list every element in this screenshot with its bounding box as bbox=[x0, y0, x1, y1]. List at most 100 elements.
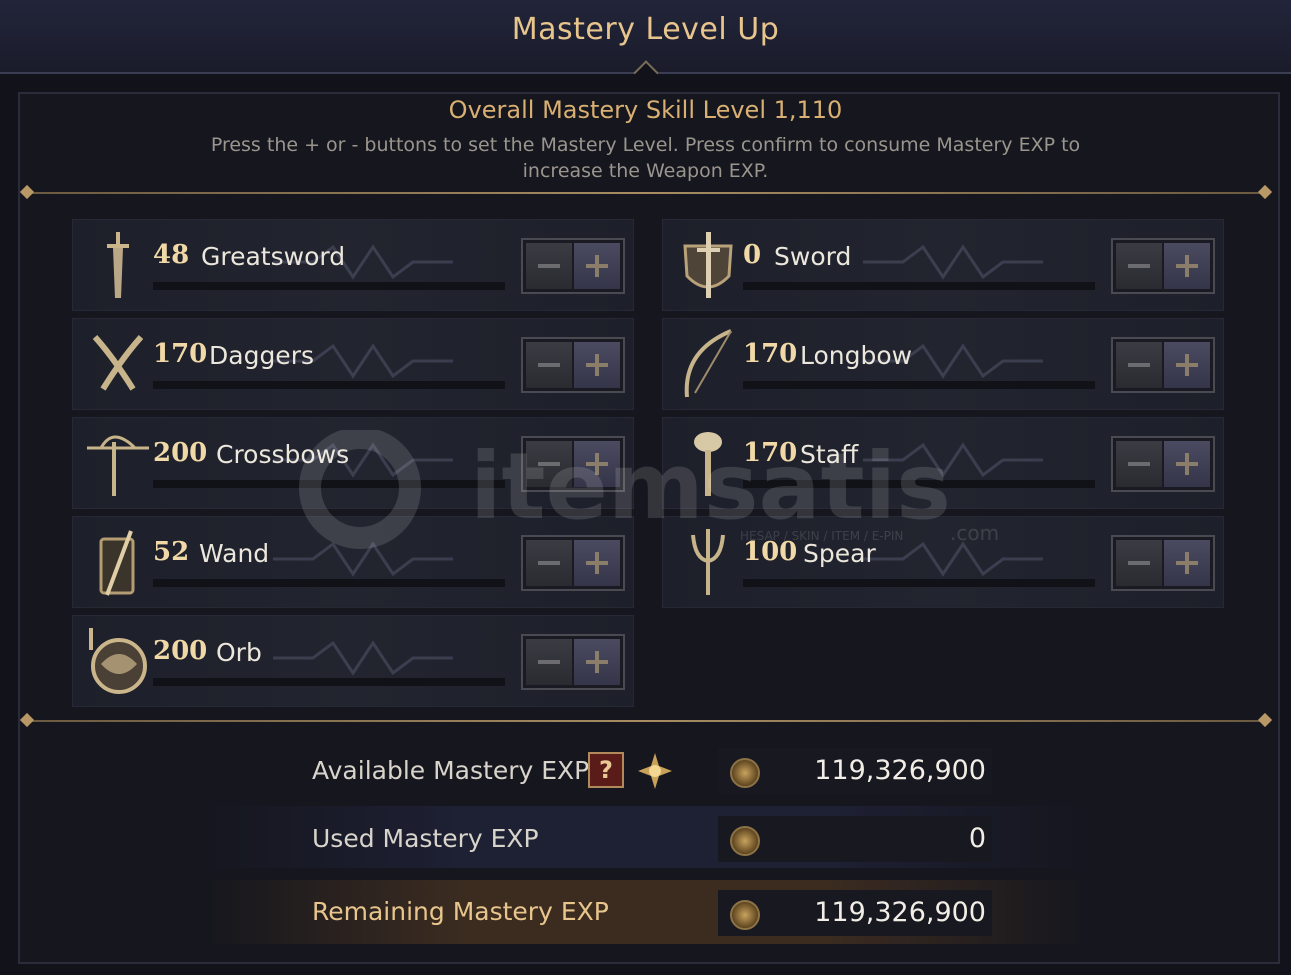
mastery-card-wand: 52 Wand bbox=[72, 516, 634, 608]
available-exp-label: Available Mastery EXP bbox=[312, 756, 590, 785]
mastery-level: 0 bbox=[743, 240, 762, 270]
mastery-progress-bar bbox=[153, 678, 505, 686]
remaining-exp-row: Remaining Mastery EXP 119,326,900 bbox=[200, 880, 1090, 944]
level-stepper bbox=[1111, 337, 1215, 393]
mastery-sun-icon bbox=[638, 753, 672, 789]
mastery-progress-bar bbox=[743, 282, 1095, 290]
increase-button[interactable] bbox=[1164, 540, 1210, 586]
increase-button[interactable] bbox=[1164, 441, 1210, 487]
mastery-level: 170 bbox=[743, 339, 798, 369]
mastery-card-orb: 200 Orb bbox=[72, 615, 634, 707]
available-exp-box: 119,326,900 bbox=[718, 748, 992, 794]
orb-icon bbox=[89, 628, 147, 694]
remaining-exp-label: Remaining Mastery EXP bbox=[312, 897, 609, 926]
daggers-icon bbox=[92, 334, 144, 391]
crossbow-icon bbox=[87, 435, 149, 496]
mastery-progress-bar bbox=[743, 381, 1095, 389]
mastery-progress-bar bbox=[153, 282, 505, 290]
decrease-button[interactable] bbox=[526, 342, 572, 388]
card-decoration bbox=[863, 442, 1043, 478]
card-decoration bbox=[273, 640, 453, 676]
increase-button[interactable] bbox=[574, 540, 620, 586]
mastery-card-daggers: 170 Daggers bbox=[72, 318, 634, 410]
sword-shield-icon bbox=[683, 232, 733, 298]
weapon-name: Orb bbox=[216, 638, 262, 667]
used-exp-label: Used Mastery EXP bbox=[312, 824, 539, 853]
title-bar: Mastery Level Up bbox=[0, 0, 1291, 86]
mastery-progress-bar bbox=[153, 480, 505, 488]
weapon-name: Greatsword bbox=[201, 242, 346, 271]
weapon-name: Sword bbox=[774, 242, 852, 271]
increase-button[interactable] bbox=[574, 342, 620, 388]
decrease-button[interactable] bbox=[1116, 540, 1162, 586]
level-stepper bbox=[1111, 535, 1215, 591]
mastery-progress-bar bbox=[743, 480, 1095, 488]
level-stepper bbox=[521, 535, 625, 591]
decrease-button[interactable] bbox=[526, 243, 572, 289]
level-stepper bbox=[521, 337, 625, 393]
staff-icon bbox=[694, 432, 722, 496]
available-exp-value: 119,326,900 bbox=[814, 755, 986, 786]
weapon-name: Daggers bbox=[209, 341, 314, 370]
weapon-name: Crossbows bbox=[216, 440, 350, 469]
card-decoration bbox=[863, 541, 1043, 577]
mastery-level: 52 bbox=[153, 537, 190, 567]
instructions-text: Press the + or - buttons to set the Mast… bbox=[210, 134, 1081, 182]
mastery-progress-bar bbox=[153, 579, 505, 587]
used-exp-box: 0 bbox=[718, 816, 992, 862]
level-stepper bbox=[521, 436, 625, 492]
card-decoration bbox=[273, 541, 453, 577]
mastery-card-spear: 100 Spear bbox=[662, 516, 1224, 608]
level-stepper bbox=[521, 238, 625, 294]
overall-mastery-level: Overall Mastery Skill Level 1,110 bbox=[448, 96, 843, 124]
mastery-progress-bar bbox=[153, 381, 505, 389]
increase-button[interactable] bbox=[574, 639, 620, 685]
mastery-level: 100 bbox=[743, 537, 798, 567]
mastery-progress-bar bbox=[743, 579, 1095, 587]
decrease-button[interactable] bbox=[526, 639, 572, 685]
remaining-exp-value: 119,326,900 bbox=[814, 897, 986, 928]
mastery-card-staff: 170 Staff bbox=[662, 417, 1224, 509]
longbow-icon bbox=[684, 329, 732, 398]
increase-button[interactable] bbox=[1164, 342, 1210, 388]
increase-button[interactable] bbox=[574, 243, 620, 289]
mastery-coin-icon bbox=[730, 758, 760, 788]
decrease-button[interactable] bbox=[1116, 342, 1162, 388]
mastery-card-greatsword: 48 Greatsword bbox=[72, 219, 634, 311]
title-notch bbox=[633, 60, 659, 86]
mastery-coin-icon bbox=[730, 900, 760, 930]
wand-icon bbox=[99, 530, 135, 596]
decrease-button[interactable] bbox=[1116, 441, 1162, 487]
level-stepper bbox=[1111, 436, 1215, 492]
mastery-level: 200 bbox=[153, 438, 208, 468]
mastery-card-sword: 0 Sword bbox=[662, 219, 1224, 311]
used-exp-row: Used Mastery EXP 0 bbox=[200, 806, 1090, 868]
window-title: Mastery Level Up bbox=[511, 12, 780, 47]
spear-icon bbox=[691, 529, 725, 595]
weapon-name: Staff bbox=[800, 440, 859, 469]
increase-button[interactable] bbox=[574, 441, 620, 487]
level-stepper bbox=[521, 634, 625, 690]
decrease-button[interactable] bbox=[526, 441, 572, 487]
mastery-card-longbow: 170 Longbow bbox=[662, 318, 1224, 410]
card-decoration bbox=[863, 244, 1043, 280]
mastery-level: 48 bbox=[153, 240, 190, 270]
increase-button[interactable] bbox=[1164, 243, 1210, 289]
remaining-exp-box: 119,326,900 bbox=[718, 890, 992, 936]
help-icon[interactable]: ? bbox=[588, 752, 624, 788]
mastery-coin-icon bbox=[730, 826, 760, 856]
mastery-level: 170 bbox=[743, 438, 798, 468]
weapon-name: Wand bbox=[199, 539, 270, 568]
used-exp-value: 0 bbox=[968, 823, 986, 854]
bottom-divider bbox=[26, 720, 1266, 722]
mastery-level: 200 bbox=[153, 636, 208, 666]
level-stepper bbox=[1111, 238, 1215, 294]
mastery-level: 170 bbox=[153, 339, 208, 369]
greatsword-icon bbox=[107, 232, 129, 298]
top-divider bbox=[26, 192, 1266, 194]
weapon-name: Spear bbox=[803, 539, 876, 568]
weapon-name: Longbow bbox=[800, 341, 913, 370]
decrease-button[interactable] bbox=[526, 540, 572, 586]
decrease-button[interactable] bbox=[1116, 243, 1162, 289]
mastery-card-crossbows: 200 Crossbows bbox=[72, 417, 634, 509]
